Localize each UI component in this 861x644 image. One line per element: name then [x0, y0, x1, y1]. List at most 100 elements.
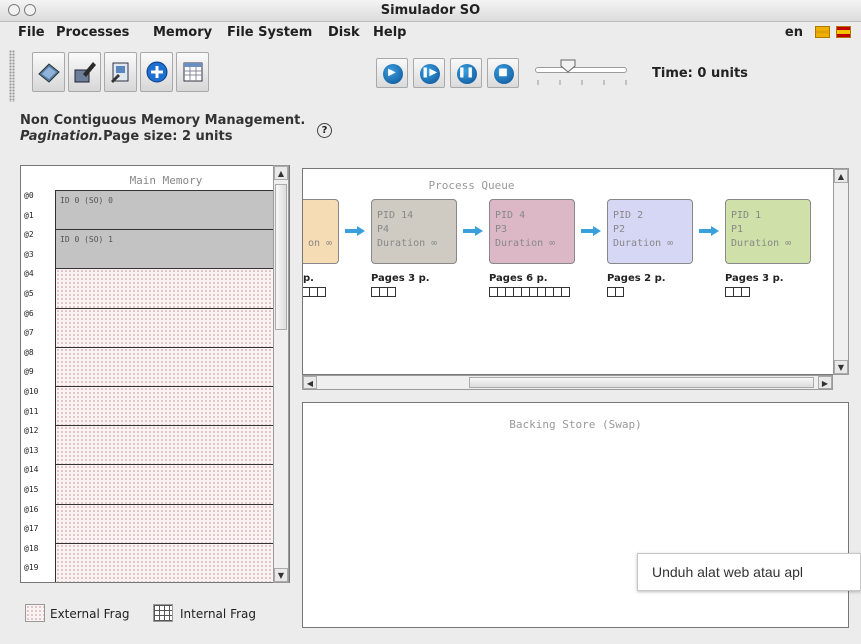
download-app-overlay[interactable]: Unduh alat web atau apl	[637, 553, 861, 591]
address-labels: @0 @1 @2 @3 @4 @5 @6 @7 @8 @9 @10 @11 @12 @13 @14 @15 @1…	[24, 190, 54, 582]
memory-mode-detail: Pagination.Page size: 2 units	[20, 129, 232, 144]
title-bar: Simulador SO	[0, 0, 861, 22]
process-card-line: P4	[377, 224, 390, 235]
language-indicator: en	[784, 25, 803, 40]
process-card-line: Duration ∞	[731, 238, 792, 249]
pq-scroll-down-arrow[interactable]: ▼	[834, 360, 848, 374]
main-memory-scrollbar[interactable]: ▲ ▼	[273, 165, 289, 583]
add-button[interactable]	[140, 52, 173, 92]
pq-hscroll-thumb[interactable]	[469, 377, 814, 388]
frame-label: ID 0 (SO) 1	[60, 235, 113, 245]
menu-help[interactable]: Help	[373, 25, 406, 40]
pages-label: Pages 6 p.	[489, 273, 548, 284]
address-label: @1	[24, 210, 34, 220]
process-queue-hscrollbar[interactable]: ◀ ▶	[302, 375, 833, 390]
table-button[interactable]	[176, 52, 209, 92]
settings-button[interactable]	[32, 52, 65, 92]
menu-memory[interactable]: Memory	[153, 25, 212, 40]
memory-frames: ID 0 (SO) 0 ID 0 (SO) 1	[55, 190, 277, 582]
memory-frame-free	[55, 346, 277, 387]
memory-frame-free	[55, 307, 277, 348]
backing-store-panel: Backing Store (Swap)	[302, 402, 849, 628]
address-label: @15	[24, 484, 39, 494]
address-label: @18	[24, 543, 39, 553]
process-card[interactable]: on ∞	[303, 199, 339, 264]
add-icon	[146, 61, 168, 83]
scroll-up-arrow[interactable]: ▲	[274, 166, 288, 180]
memory-frame-free	[55, 542, 277, 582]
step-button[interactable]: ❚▶	[413, 58, 445, 88]
process-card-line: P1	[731, 224, 744, 235]
process-card[interactable]: PID 14 P4 Duration ∞	[371, 199, 457, 264]
stop-button[interactable]: ■	[487, 58, 519, 88]
address-label: @14	[24, 465, 39, 475]
queue-arrow-icon	[345, 226, 365, 236]
process-card[interactable]: PID 2 P2 Duration ∞	[607, 199, 693, 264]
window-title: Simulador SO	[380, 3, 481, 18]
menu-processes[interactable]: Processes	[56, 25, 129, 40]
page-cells	[607, 287, 697, 301]
edit-icon	[74, 62, 96, 83]
menu-file-system[interactable]: File System	[227, 25, 312, 40]
pq-scroll-up-arrow[interactable]: ▲	[834, 169, 848, 183]
memory-frame-used: ID 0 (SO) 1	[55, 229, 277, 270]
address-label: @3	[24, 249, 34, 259]
address-label: @10	[24, 386, 39, 396]
address-label: @0	[24, 191, 34, 200]
address-label: @7	[24, 328, 34, 338]
scroll-down-arrow[interactable]: ▼	[274, 568, 288, 582]
address-label: @4	[24, 269, 34, 279]
process-card[interactable]: PID 1 P1 Duration ∞	[725, 199, 811, 264]
speed-slider-knob[interactable]	[560, 59, 576, 73]
edit-button[interactable]	[68, 52, 101, 92]
pages-label: p.	[303, 273, 314, 284]
menu-file[interactable]: File	[18, 25, 45, 40]
process-card-line: P2	[613, 224, 626, 235]
memory-frame-free	[55, 425, 277, 466]
menu-disk[interactable]: Disk	[328, 25, 360, 40]
page-cells	[489, 287, 575, 301]
menu-bar: File Processes Memory File System Disk H…	[0, 22, 861, 42]
frame-label: ID 0 (SO) 0	[60, 196, 113, 205]
page-cell	[317, 287, 326, 297]
process-queue-vscrollbar[interactable]: ▲ ▼	[833, 168, 849, 375]
help-icon[interactable]: ?	[317, 123, 332, 138]
memory-frame-free	[55, 582, 277, 583]
pq-scroll-right-arrow[interactable]: ▶	[818, 376, 832, 389]
play-button[interactable]: ▶	[376, 58, 408, 88]
process-card-line	[308, 209, 338, 223]
queue-arrow-icon	[699, 226, 719, 236]
process-card[interactable]: PID 4 P3 Duration ∞	[489, 199, 575, 264]
memory-frame-free	[55, 464, 277, 505]
process-card-line: PID 14	[377, 210, 414, 221]
new-window-button[interactable]	[104, 52, 137, 92]
queue-arrow-icon	[463, 226, 483, 236]
address-label: @8	[24, 347, 34, 357]
page-cells	[371, 287, 461, 301]
address-label: @6	[24, 308, 34, 318]
address-label: @17	[24, 524, 39, 534]
time-label: Time: 0 units	[652, 66, 748, 81]
page-cells	[725, 287, 815, 301]
toolbar-grip[interactable]	[9, 50, 15, 102]
page-cell	[561, 287, 570, 297]
internal-frag-label: Internal Frag	[180, 607, 256, 621]
queue-arrow-icon	[581, 226, 601, 236]
memory-frame-free	[55, 386, 277, 427]
speed-slider[interactable]	[535, 67, 627, 73]
pq-scroll-left-arrow[interactable]: ◀	[303, 376, 317, 389]
page-cell	[741, 287, 750, 297]
address-label: @5	[24, 288, 34, 298]
table-icon	[183, 62, 203, 82]
process-card-line: PID 4	[495, 210, 526, 221]
external-frag-swatch	[25, 604, 45, 622]
process-queue-title: Process Queue	[428, 179, 515, 192]
process-card-line: Duration ∞	[495, 238, 556, 249]
process-card-line: P3	[495, 224, 508, 235]
flag-es-icon[interactable]	[836, 26, 851, 38]
scroll-thumb[interactable]	[275, 184, 287, 330]
pause-button[interactable]: ❚❚	[450, 58, 482, 88]
flag-en-icon[interactable]	[815, 26, 830, 38]
internal-frag-swatch	[153, 604, 173, 622]
pagination-label: Pagination.	[20, 129, 104, 144]
